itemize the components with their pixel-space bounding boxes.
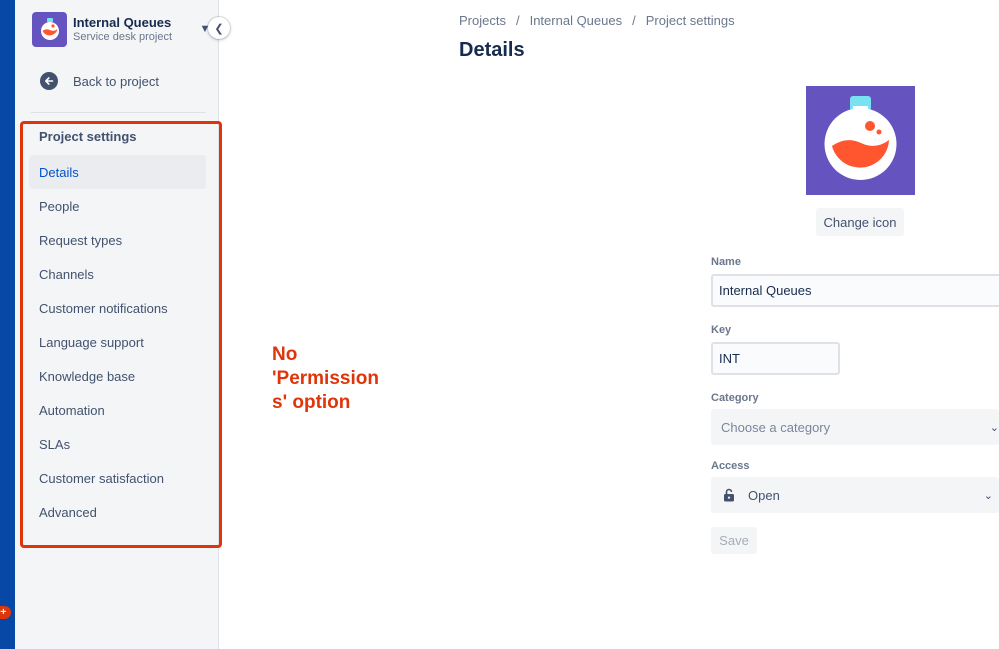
category-select[interactable]: Choose a category ⌄ bbox=[711, 409, 999, 445]
access-select[interactable]: Open ⌄ bbox=[711, 477, 999, 513]
chevron-left-icon: ❮ bbox=[214, 22, 224, 35]
global-nav-bar bbox=[0, 0, 15, 649]
key-field[interactable]: INT bbox=[711, 342, 840, 375]
key-field-label: Key bbox=[711, 324, 732, 336]
access-value: Open bbox=[748, 487, 780, 503]
name-field[interactable]: Internal Queues bbox=[711, 274, 999, 307]
name-field-label: Name bbox=[711, 256, 741, 268]
sidebar-divider bbox=[31, 112, 206, 113]
category-field-label: Category bbox=[711, 392, 759, 404]
page-title: Details bbox=[459, 39, 525, 61]
annotation-note: No 'Permission s' option bbox=[272, 343, 392, 415]
breadcrumb: Projects / Internal Queues / Project set… bbox=[459, 13, 735, 28]
chevron-down-icon: ⌄ bbox=[989, 421, 999, 434]
save-button[interactable]: Save bbox=[711, 527, 757, 554]
collapse-sidebar-button[interactable]: ❮ bbox=[208, 17, 230, 39]
annotation-line-3: s' option bbox=[272, 392, 351, 413]
project-type: Service desk project bbox=[73, 30, 173, 43]
annotation-line-1: No bbox=[272, 344, 298, 365]
arrow-left-icon bbox=[40, 72, 58, 90]
breadcrumb-project-settings[interactable]: Project settings bbox=[646, 13, 735, 28]
annotation-line-2: 'Permission bbox=[272, 368, 379, 389]
project-avatar-icon bbox=[32, 11, 67, 47]
breadcrumb-separator: / bbox=[515, 13, 520, 28]
lock-open-icon bbox=[723, 488, 735, 502]
annotation-highlight-box bbox=[20, 121, 222, 548]
key-field-value: INT bbox=[719, 351, 740, 366]
category-placeholder: Choose a category bbox=[721, 419, 831, 435]
back-to-project-link[interactable]: Back to project bbox=[40, 70, 159, 92]
change-icon-button[interactable]: Change icon bbox=[816, 208, 904, 236]
breadcrumb-internal-queues[interactable]: Internal Queues bbox=[530, 13, 623, 28]
name-field-value: Internal Queues bbox=[719, 283, 812, 298]
breadcrumb-separator: / bbox=[632, 13, 636, 28]
chevron-down-icon: ⌄ bbox=[983, 489, 993, 502]
breadcrumb-projects[interactable]: Projects bbox=[459, 13, 506, 28]
access-field-label: Access bbox=[711, 460, 750, 472]
project-icon-preview bbox=[806, 86, 915, 195]
project-name: Internal Queues bbox=[73, 14, 172, 30]
project-switcher[interactable]: Internal Queues Service desk project ▼ bbox=[32, 11, 212, 47]
back-link-label: Back to project bbox=[73, 73, 159, 89]
potion-flask-icon bbox=[824, 96, 897, 180]
